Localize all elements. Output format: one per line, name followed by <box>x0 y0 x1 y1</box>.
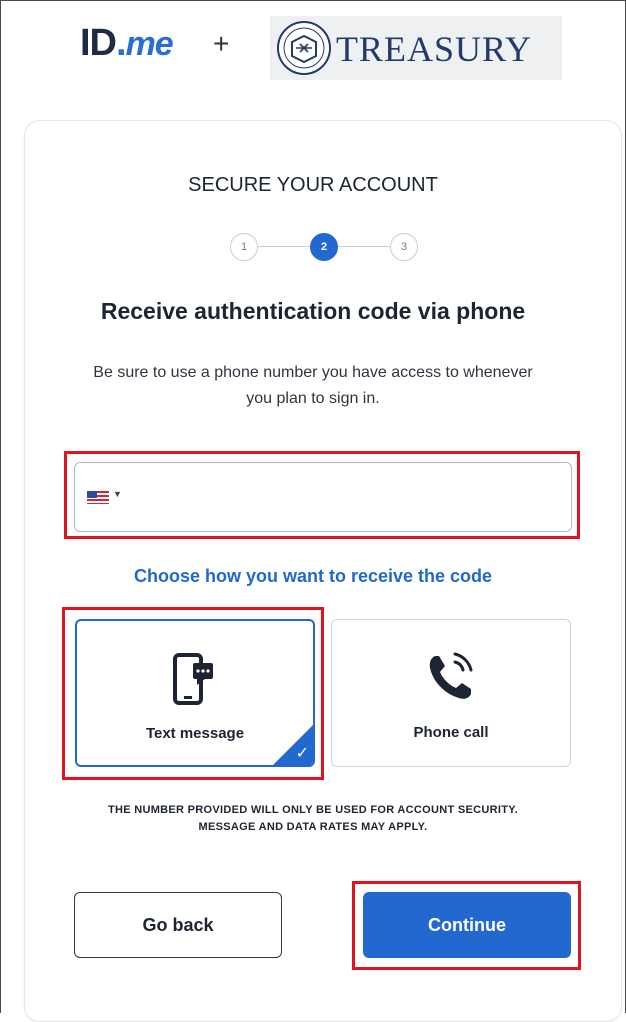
step-1: 1 <box>230 233 258 261</box>
idme-logo-id: ID <box>80 22 117 64</box>
phone-call-option[interactable]: Phone call <box>331 619 571 767</box>
idme-logo: ID.me <box>80 22 174 65</box>
phone-number-input[interactable]: ▼ <box>74 462 572 532</box>
us-flag-icon[interactable] <box>87 491 109 504</box>
checkmark-icon: ✓ <box>295 745 309 762</box>
step-connector <box>338 246 390 247</box>
step-connector <box>258 246 310 247</box>
progress-stepper: 1 2 3 <box>226 233 420 261</box>
idme-logo-me: me <box>125 25 174 63</box>
phone-call-label: Phone call <box>413 724 489 741</box>
step-2: 2 <box>310 233 338 261</box>
delivery-method-prompt: Choose how you want to receive the code <box>133 566 493 586</box>
treasury-logo: TREASURY <box>270 16 562 80</box>
disclaimer-text: THE NUMBER PROVIDED WILL ONLY BE USED FO… <box>107 804 519 833</box>
chevron-down-icon[interactable]: ▼ <box>113 489 122 499</box>
treasury-seal-icon <box>277 21 331 75</box>
text-message-option[interactable]: Text message ✓ <box>75 619 315 767</box>
header: ID.me + TREASURY <box>0 0 626 100</box>
treasury-wordmark: TREASURY <box>336 29 533 69</box>
plus-sign: + <box>213 28 230 59</box>
section-title: SECURE YOUR ACCOUNT <box>188 174 438 196</box>
page-heading: Receive authentication code via phone <box>100 298 526 324</box>
instruction-text: Be sure to use a phone number you have a… <box>93 364 533 407</box>
step-3: 3 <box>390 233 418 261</box>
continue-button[interactable]: Continue <box>363 892 571 958</box>
go-back-button[interactable]: Go back <box>74 892 282 958</box>
mobile-message-icon <box>173 653 213 705</box>
phone-call-icon <box>429 652 473 699</box>
idme-logo-dot: . <box>116 22 127 64</box>
